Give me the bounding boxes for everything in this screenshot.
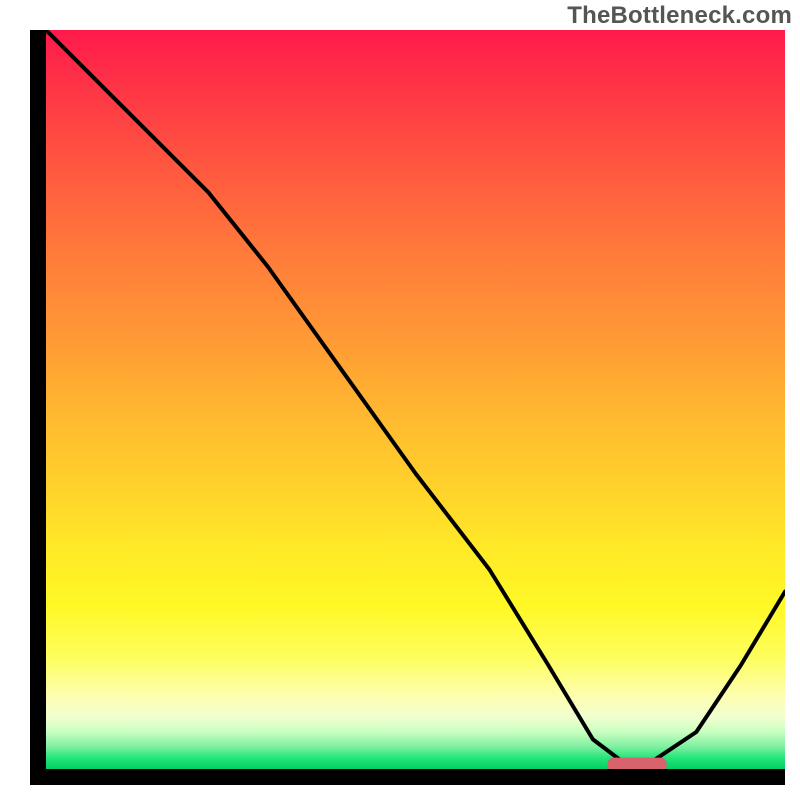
watermark-text: TheBottleneck.com <box>567 2 792 30</box>
bottleneck-curve <box>46 30 785 762</box>
optimal-range-marker <box>608 758 667 769</box>
plot-area <box>30 30 785 785</box>
chart-stage: TheBottleneck.com <box>0 0 800 800</box>
curve-layer <box>46 30 785 769</box>
